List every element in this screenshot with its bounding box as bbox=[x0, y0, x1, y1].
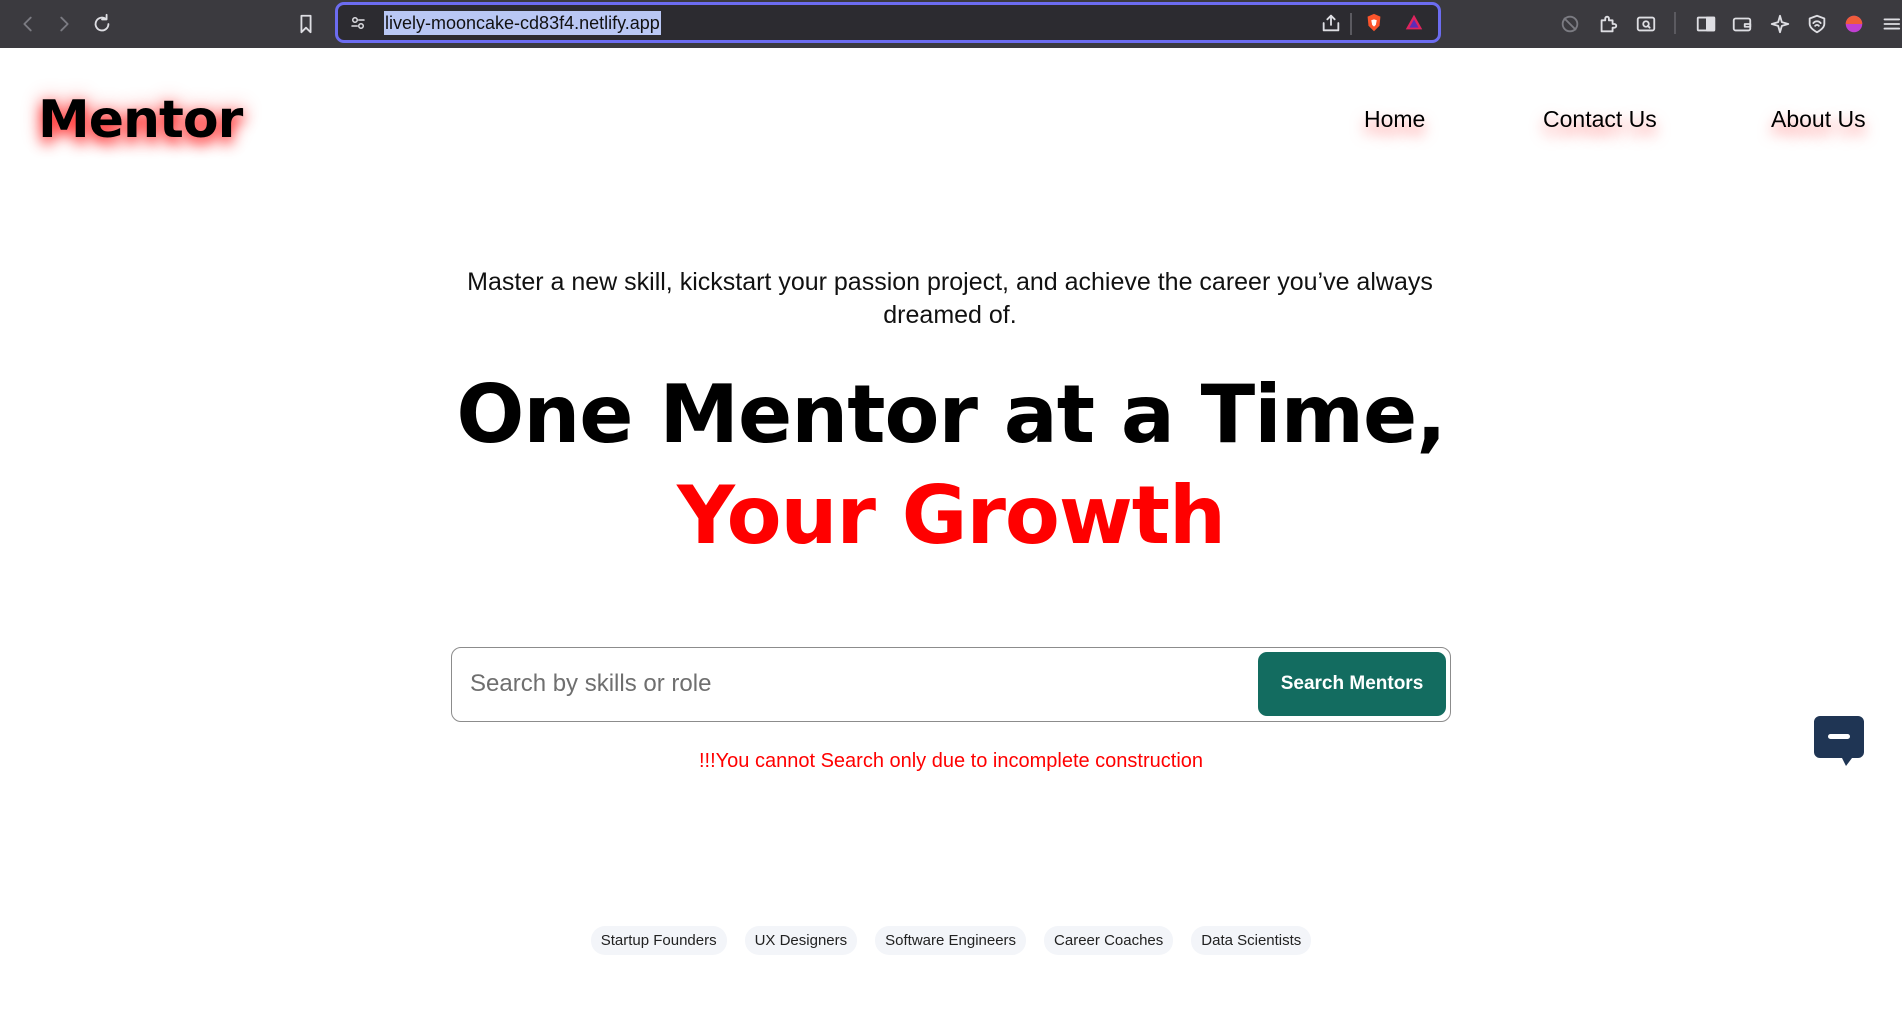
construction-warning: !!!You cannot Search only due to incompl… bbox=[698, 750, 1204, 772]
nav-home[interactable]: Home bbox=[1364, 106, 1425, 133]
tag-data-scientists[interactable]: Data Scientists bbox=[1191, 926, 1312, 955]
tag-career-coaches[interactable]: Career Coaches bbox=[1044, 926, 1174, 955]
menu-icon[interactable] bbox=[1876, 10, 1902, 38]
hero-tagline: Master a new skill, kickstart your passi… bbox=[467, 268, 1433, 329]
sidebar-icon[interactable] bbox=[1692, 10, 1720, 38]
site-settings-icon[interactable] bbox=[344, 9, 372, 37]
hero-headline-accent: Your Growth bbox=[677, 469, 1226, 562]
back-icon[interactable] bbox=[14, 10, 42, 38]
tag-startup-founders[interactable]: Startup Founders bbox=[590, 926, 727, 955]
share-icon[interactable] bbox=[1317, 9, 1345, 37]
reload-icon[interactable] bbox=[88, 10, 116, 38]
category-tags: Startup Founders UX Designers Software E… bbox=[0, 926, 1902, 955]
hero-headline: One Mentor at a Time, bbox=[456, 368, 1446, 461]
extensions-icon[interactable] bbox=[1594, 10, 1622, 38]
site-logo[interactable]: Mentor bbox=[38, 90, 243, 150]
url-text[interactable]: lively-mooncake-cd83f4.netlify.app bbox=[384, 11, 661, 35]
brave-rewards-icon[interactable] bbox=[1400, 9, 1428, 37]
tag-ux-designers[interactable]: UX Designers bbox=[744, 926, 858, 955]
vpn-icon[interactable] bbox=[1556, 10, 1584, 38]
search-input[interactable] bbox=[470, 648, 1240, 720]
bookmark-icon[interactable] bbox=[292, 10, 320, 38]
nav-about-us[interactable]: About Us bbox=[1771, 106, 1866, 133]
wallet-icon[interactable] bbox=[1728, 10, 1756, 38]
search-bar: Search Mentors bbox=[451, 647, 1451, 722]
chat-widget-icon[interactable] bbox=[1812, 714, 1866, 768]
profile-avatar-icon[interactable] bbox=[1840, 10, 1868, 38]
leo-ai-icon[interactable] bbox=[1766, 10, 1794, 38]
search-mentors-button[interactable]: Search Mentors bbox=[1258, 652, 1446, 716]
page-search-icon[interactable] bbox=[1632, 10, 1660, 38]
address-bar[interactable]: lively-mooncake-cd83f4.netlify.app bbox=[335, 2, 1441, 43]
forward-icon[interactable] bbox=[50, 10, 78, 38]
shield-icon[interactable] bbox=[1803, 10, 1831, 38]
brave-shields-icon[interactable] bbox=[1360, 9, 1388, 37]
tag-software-engineers[interactable]: Software Engineers bbox=[875, 926, 1027, 955]
browser-toolbar: lively-mooncake-cd83f4.netlify.app bbox=[0, 0, 1902, 48]
nav-contact-us[interactable]: Contact Us bbox=[1543, 106, 1657, 133]
